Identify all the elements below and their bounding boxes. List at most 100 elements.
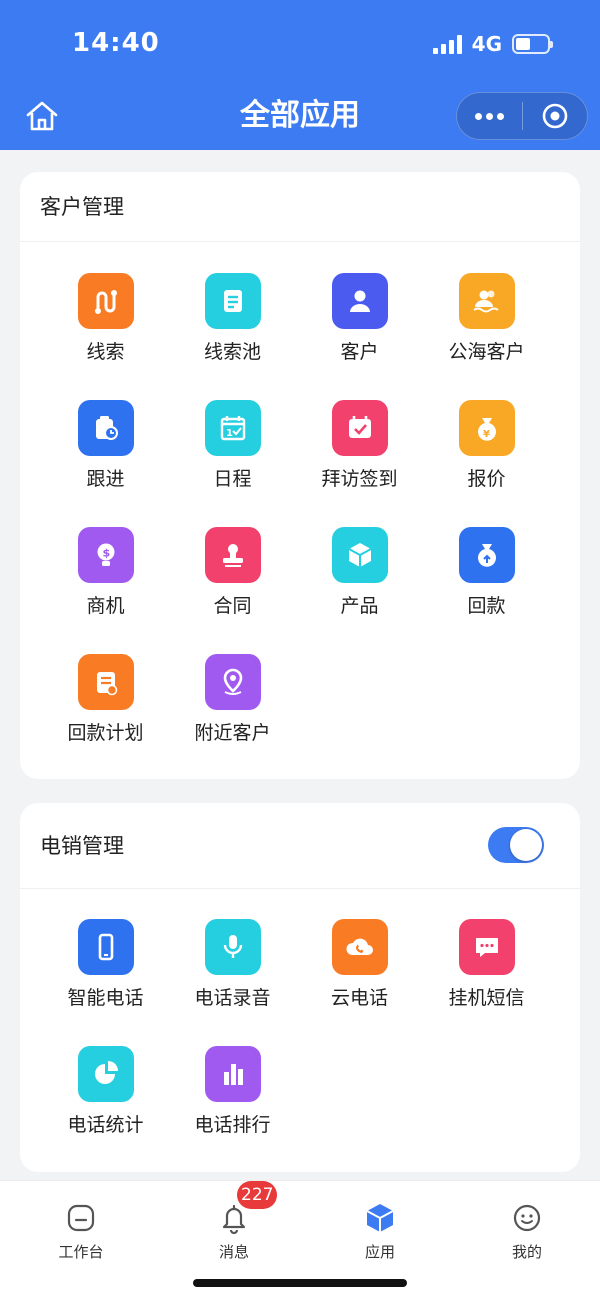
- signal-icon: [432, 34, 462, 54]
- app-icon-tile: [204, 1046, 261, 1102]
- workbench-icon: [67, 1204, 95, 1232]
- app-icon-tile: 1: [204, 400, 261, 456]
- status-indicators: 4G: [432, 32, 553, 56]
- app-label: 跟进: [86, 468, 125, 490]
- app-label: 电话录音: [194, 987, 271, 1009]
- app-icon-tile: [204, 919, 261, 975]
- clue-pool-icon: [223, 290, 242, 312]
- tab-apps[interactable]: 应用: [305, 1201, 455, 1262]
- app-icon-tile: [331, 527, 388, 583]
- app-icon-tile: [458, 273, 515, 329]
- contract-stamp-icon: [222, 544, 243, 567]
- app-location-pin[interactable]: 附近客户: [169, 654, 296, 764]
- app-label: 回款: [467, 595, 506, 617]
- app-icon-tile: $: [77, 527, 134, 583]
- calendar-icon: 1: [220, 416, 245, 441]
- microphone-icon: [223, 935, 242, 958]
- section-header: 电销管理: [20, 803, 580, 889]
- payment-bag-icon: [477, 544, 496, 567]
- home-indicator: [193, 1279, 407, 1287]
- section-customer-management: 客户管理 线索 线索池 客户 公海客户 跟进 1 日程 拜访签到 ¥ 报价 $ …: [20, 172, 580, 779]
- close-miniprogram-button[interactable]: [523, 93, 587, 139]
- app-payment-bag[interactable]: 回款: [423, 527, 550, 637]
- app-label: 线索: [86, 341, 125, 363]
- app-quote[interactable]: ¥ 报价: [423, 400, 550, 510]
- app-label: 报价: [467, 468, 506, 490]
- app-cloud-phone[interactable]: 云电话: [296, 919, 423, 1029]
- app-label: 商机: [86, 595, 125, 617]
- top-bar: 14:40 4G 全部应用: [0, 0, 600, 150]
- opportunity-icon: $: [97, 543, 114, 566]
- app-label: 附近客户: [194, 722, 271, 744]
- app-label: 电话排行: [194, 1114, 271, 1136]
- tab-messages[interactable]: 227 消息: [159, 1181, 309, 1262]
- app-calendar[interactable]: 1 日程: [169, 400, 296, 510]
- cloud-phone-icon: [345, 938, 373, 955]
- section-toggle[interactable]: [488, 827, 544, 863]
- section-title: 电销管理: [40, 834, 124, 858]
- app-contract-stamp[interactable]: 合同: [169, 527, 296, 637]
- app-label: 云电话: [330, 987, 388, 1009]
- app-label: 合同: [213, 595, 252, 617]
- app-label: 回款计划: [67, 722, 144, 744]
- app-icon-tile: [331, 400, 388, 456]
- app-label: 客户: [340, 341, 379, 363]
- app-pie-chart[interactable]: 电话统计: [42, 1046, 169, 1156]
- app-follow-up[interactable]: 跟进: [42, 400, 169, 510]
- tab-label: 应用: [364, 1243, 395, 1261]
- app-label: 日程: [213, 468, 252, 490]
- app-route[interactable]: 线索: [42, 273, 169, 383]
- check-in-icon: [348, 416, 371, 438]
- cube-icon: [366, 1204, 394, 1232]
- tab-profile[interactable]: 我的: [452, 1201, 600, 1262]
- app-bar-chart[interactable]: 电话排行: [169, 1046, 296, 1156]
- quote-icon: ¥: [477, 418, 496, 441]
- app-payment-plan[interactable]: 回款计划: [42, 654, 169, 764]
- location-pin-icon: [223, 668, 242, 695]
- battery-icon: [512, 34, 553, 54]
- app-icon-tile: [77, 273, 134, 329]
- target-close-icon: [542, 103, 568, 129]
- tab-label: 工作台: [58, 1243, 104, 1261]
- mini-program-capsule: [456, 92, 588, 140]
- app-label: 产品: [340, 595, 379, 617]
- more-button[interactable]: [457, 93, 522, 139]
- app-label: 智能电话: [67, 987, 144, 1009]
- section-telesales-management: 电销管理 智能电话 电话录音 云电话 挂机短信 电话统计 电话排行: [20, 803, 580, 1172]
- app-product-box[interactable]: 产品: [296, 527, 423, 637]
- toggle-knob: [510, 829, 542, 861]
- app-icon-tile: [331, 919, 388, 975]
- app-sms[interactable]: 挂机短信: [423, 919, 550, 1029]
- sms-icon: [475, 938, 498, 957]
- app-label: 拜访签到: [321, 468, 398, 490]
- smartphone-icon: [98, 933, 113, 961]
- app-label: 电话统计: [67, 1114, 144, 1136]
- section-header: 客户管理: [20, 172, 580, 242]
- tab-label: 消息: [218, 1243, 249, 1261]
- app-icon-tile: [77, 400, 134, 456]
- app-opportunity[interactable]: $ 商机: [42, 527, 169, 637]
- svg-text:¥: ¥: [483, 429, 490, 440]
- app-check-in[interactable]: 拜访签到: [296, 400, 423, 510]
- network-type: 4G: [471, 32, 502, 56]
- svg-text:1: 1: [226, 428, 233, 439]
- route-icon: [94, 290, 117, 314]
- app-clue-pool[interactable]: 线索池: [169, 273, 296, 383]
- app-microphone[interactable]: 电话录音: [169, 919, 296, 1029]
- pie-chart-icon: [94, 1061, 118, 1084]
- app-icon-tile: [204, 654, 261, 710]
- app-public-customer[interactable]: 公海客户: [423, 273, 550, 383]
- app-smartphone[interactable]: 智能电话: [42, 919, 169, 1029]
- app-customer[interactable]: 客户: [296, 273, 423, 383]
- app-icon-tile: [77, 1046, 134, 1102]
- app-icon-tile: ¥: [458, 400, 515, 456]
- tab-workbench[interactable]: 工作台: [6, 1201, 156, 1262]
- public-customer-icon: [472, 290, 499, 313]
- app-icon-tile: [77, 919, 134, 975]
- svg-text:$: $: [102, 547, 110, 560]
- status-time: 14:40: [72, 28, 160, 58]
- more-dots-icon: [475, 112, 482, 120]
- section-title: 客户管理: [40, 195, 124, 219]
- bar-chart-icon: [223, 1064, 243, 1085]
- profile-face-icon: [513, 1204, 541, 1232]
